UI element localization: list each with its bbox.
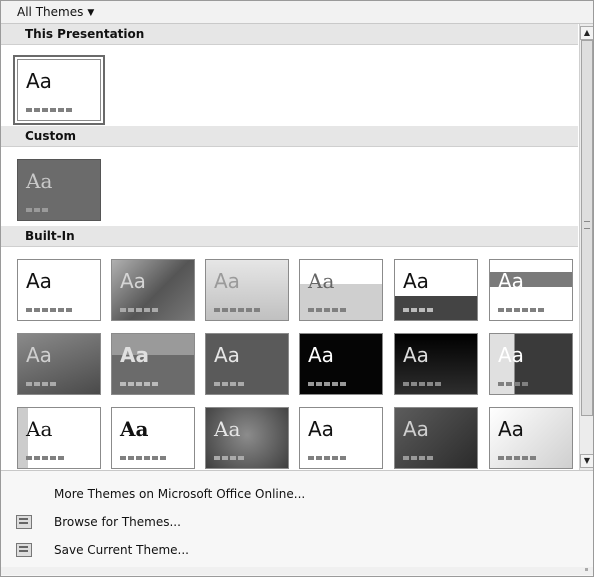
theme-thumb-metro[interactable]: Aa [299, 333, 383, 395]
theme-thumb-technic[interactable]: Aa [394, 407, 478, 469]
color-swatches [403, 456, 433, 460]
section-custom: Custom Aa [1, 126, 578, 226]
theme-thumb-custom[interactable]: Aa [17, 159, 101, 221]
theme-preview-text: Aa [214, 417, 241, 441]
color-swatches [214, 308, 260, 312]
gallery-scrollbar[interactable]: ▲ ▼ [579, 24, 593, 470]
theme-preview-text: Aa [403, 269, 429, 293]
grip-icon [584, 221, 590, 229]
color-swatches [214, 456, 244, 460]
theme-preview-text: Aa [308, 417, 334, 441]
theme-thumb-flow[interactable]: Aa [17, 333, 101, 395]
theme-preview-text: Aa [214, 269, 240, 293]
theme-preview-text: Aa [308, 269, 335, 293]
menu-item-more-themes-online[interactable]: More Themes on Microsoft Office Online..… [1, 481, 593, 507]
theme-preview-text: Aa [26, 269, 52, 293]
color-swatches [214, 382, 244, 386]
theme-thumb-module[interactable]: Aa [394, 333, 478, 395]
section-this-presentation: This Presentation Aa [1, 24, 578, 126]
themes-gallery-dropdown: All Themes ▼ This Presentation Aa Custom… [0, 0, 594, 577]
chevron-down-icon: ▼ [87, 7, 95, 18]
color-swatches [26, 382, 56, 386]
theme-preview-text: Aa [120, 417, 149, 441]
theme-thumb-concourse[interactable]: Aa [394, 259, 478, 321]
color-swatches [26, 456, 64, 460]
section-header: Custom [1, 126, 578, 147]
menu-item-save-current-theme[interactable]: Save Current Theme... [1, 537, 593, 563]
color-swatches [26, 208, 48, 212]
theme-thumb-aspect[interactable]: Aa [205, 259, 289, 321]
theme-preview-text: Aa [403, 343, 429, 367]
menu-item-label: Browse for Themes... [54, 515, 181, 529]
save-theme-icon [16, 543, 32, 557]
theme-preview-text: Aa [403, 417, 429, 441]
theme-thumb-solstice[interactable]: Aa [299, 407, 383, 469]
theme-preview-text: Aa [26, 169, 53, 193]
theme-preview-text: Aa [26, 69, 52, 93]
all-themes-filter[interactable]: All Themes ▼ [17, 5, 94, 19]
resize-dot [585, 568, 588, 571]
theme-preview-text: Aa [498, 343, 524, 367]
theme-preview-text: Aa [26, 417, 53, 441]
gallery-filter-bar: All Themes ▼ [1, 1, 593, 24]
theme-thumb-opulent[interactable]: Aa [489, 333, 573, 395]
theme-thumb-median[interactable]: Aa [205, 333, 289, 395]
themes-menu: More Themes on Microsoft Office Online..… [1, 470, 593, 576]
theme-preview-text: Aa [498, 269, 524, 293]
theme-thumb-trek[interactable]: Aa [489, 407, 573, 469]
theme-thumb-office[interactable]: Aa [17, 259, 101, 321]
folder-icon [16, 515, 32, 529]
theme-gallery: This Presentation Aa Custom Aa Built-In … [1, 24, 578, 470]
color-swatches [120, 308, 158, 312]
theme-thumb-civic[interactable]: Aa [299, 259, 383, 321]
color-swatches [120, 382, 158, 386]
scroll-down-icon[interactable]: ▼ [580, 454, 593, 468]
color-swatches [498, 308, 544, 312]
color-swatches [308, 382, 346, 386]
scroll-up-icon[interactable]: ▲ [580, 26, 593, 40]
theme-thumb-paper[interactable]: Aa [205, 407, 289, 469]
color-swatches [403, 382, 441, 386]
section-header: Built-In [1, 226, 578, 247]
theme-preview-text: Aa [120, 343, 149, 367]
menu-item-label: Save Current Theme... [54, 543, 189, 557]
theme-preview-text: Aa [26, 343, 52, 367]
color-swatches [26, 308, 72, 312]
theme-thumb-apex[interactable]: Aa [111, 259, 195, 321]
theme-thumb-equity[interactable]: Aa [489, 259, 573, 321]
color-swatches [498, 456, 536, 460]
theme-thumb-foundry[interactable]: Aa [111, 333, 195, 395]
menu-item-label: More Themes on Microsoft Office Online..… [54, 487, 306, 501]
theme-preview-text: Aa [308, 343, 334, 367]
theme-thumb-current[interactable]: Aa [13, 55, 105, 125]
scrollbar-thumb[interactable] [581, 40, 593, 416]
menu-item-browse-themes[interactable]: Browse for Themes... [1, 509, 593, 535]
resize-grip[interactable] [1, 567, 593, 575]
color-swatches [403, 308, 433, 312]
color-swatches [308, 456, 346, 460]
color-swatches [308, 308, 346, 312]
section-built-in: Built-In Aa Aa Aa Aa Aa Aa Aa Aa Aa Aa A… [1, 226, 578, 470]
theme-preview-text: Aa [498, 417, 524, 441]
color-swatches [120, 456, 166, 460]
theme-preview-text: Aa [214, 343, 240, 367]
color-swatches [26, 108, 72, 112]
theme-preview-text: Aa [120, 269, 146, 293]
section-header: This Presentation [1, 24, 578, 45]
theme-thumb-oriel[interactable]: Aa [17, 407, 101, 469]
theme-thumb-origin[interactable]: Aa [111, 407, 195, 469]
filter-label: All Themes [17, 5, 84, 19]
color-swatches [498, 382, 528, 386]
